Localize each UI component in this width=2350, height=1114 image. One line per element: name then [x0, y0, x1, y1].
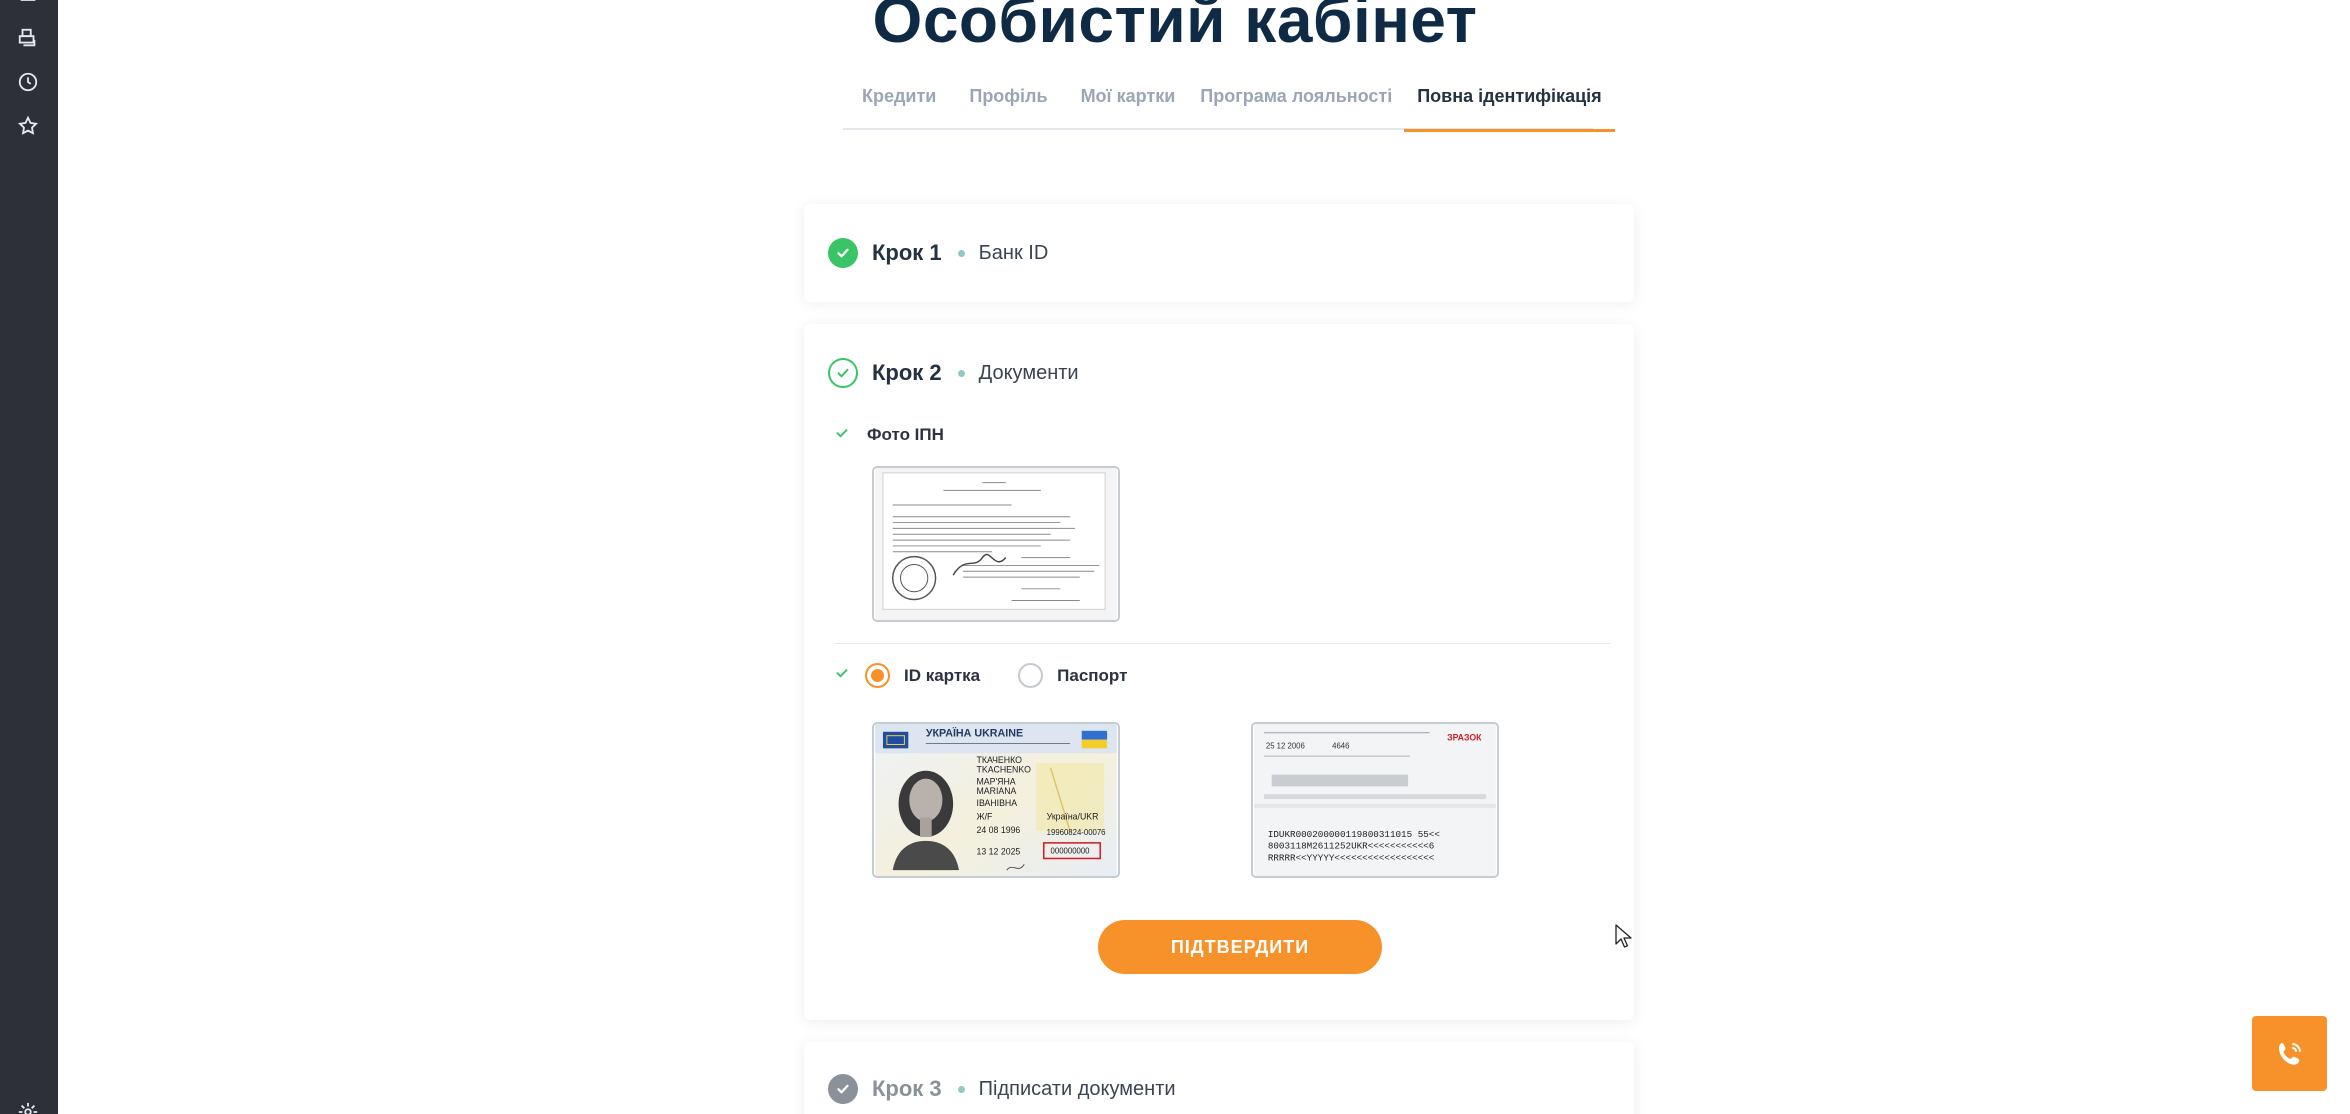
page-title: Особистий кабінет	[872, 0, 1478, 56]
doc-type-row: ID картка Паспорт	[835, 663, 1127, 688]
sample-stamp: ЗРАЗОК	[1447, 733, 1482, 743]
radio-indicator[interactable]	[865, 663, 890, 688]
card-header-text: УКРАЇНА UKRAINE	[926, 727, 1023, 740]
step-label: Підписати документи	[978, 1077, 1176, 1100]
separator-dot	[957, 1085, 965, 1093]
card-record-number: 19960824-00076	[1047, 828, 1106, 837]
card-surname: ТКАЧЕНКО	[977, 755, 1023, 765]
step-3-header: Крок 3 Підписати документи	[828, 1074, 1176, 1104]
step-number: Крок 2	[872, 360, 942, 385]
check-circle-outline-icon	[828, 358, 858, 388]
tab-full-identification[interactable]: Повна ідентифікація	[1404, 78, 1616, 132]
check-icon	[835, 426, 849, 445]
card-expiry: 13 12 2025	[977, 847, 1021, 857]
id-card-front-thumbnail[interactable]: УКРАЇНА UKRAINE ТКАЧЕНКО TKACHENKO МАР'Я…	[872, 722, 1120, 878]
card-issue-date: 25 12 2006	[1266, 741, 1305, 750]
check-circle-icon	[828, 1074, 858, 1104]
card-patronymic: ІВАНІВНА	[977, 798, 1018, 808]
ipn-row: Фото ІПН	[835, 425, 944, 445]
card-birth-date: 24 08 1996	[977, 825, 1021, 835]
mrz-line-3: RRRRR<<YYYYY<<<<<<<<<<<<<<<<<<	[1268, 852, 1435, 863]
phone-call-icon	[2278, 1042, 2301, 1065]
card-document-number: 000000000	[1051, 847, 1091, 856]
tab-loyalty[interactable]: Програма лояльності	[1200, 78, 1392, 130]
id-card-back-thumbnail[interactable]: 25 12 2006 4646 ЗРАЗОК IDUKR000200000119…	[1251, 722, 1499, 878]
step-3-card[interactable]: Крок 3 Підписати документи	[804, 1042, 1634, 1114]
tab-my-cards[interactable]: Мої картки	[1081, 78, 1176, 130]
radio-passport[interactable]: Паспорт	[1018, 663, 1127, 688]
step-number: Крок 3	[872, 1076, 942, 1101]
left-sidebar	[0, 0, 58, 1114]
radio-id-card[interactable]: ID картка	[865, 663, 980, 688]
step-1-card[interactable]: Крок 1 Банк ID	[804, 204, 1634, 302]
card-nationality: Україна/UKR	[1047, 811, 1099, 821]
confirm-button[interactable]: ПІДТВЕРДИТИ	[1098, 920, 1382, 974]
separator-dot	[957, 249, 965, 257]
callback-button[interactable]	[2252, 1016, 2327, 1091]
step-2-card: Крок 2 Документи Фото ІПН ID картка Пасп…	[804, 324, 1634, 1020]
tab-credits[interactable]: Кредити	[862, 78, 936, 130]
radio-label: Паспорт	[1057, 665, 1128, 685]
check-circle-icon	[828, 238, 858, 268]
check-icon	[835, 666, 849, 685]
mrz-line-1: IDUKR000200000119800311015 55<<	[1268, 829, 1441, 840]
account-tabs: Кредити Профіль Мої картки Програма лоял…	[843, 78, 1616, 132]
separator-dot	[957, 369, 965, 377]
card-given-name-latin: MARIANA	[977, 786, 1017, 796]
step-1-header: Крок 1 Банк ID	[828, 238, 1048, 268]
step-2-header: Крок 2 Документи	[828, 358, 1079, 388]
ipn-photo-thumbnail[interactable]	[872, 466, 1120, 622]
card-surname-latin: TKACHENKO	[977, 765, 1032, 775]
star-icon[interactable]	[14, 112, 42, 140]
step-label: Документи	[978, 361, 1079, 384]
ipn-label: Фото ІПН	[867, 425, 944, 444]
mrz-line-2: 8003118M2611252UKR<<<<<<<<<<<6	[1268, 841, 1435, 852]
radio-indicator[interactable]	[1018, 663, 1044, 688]
settings-icon[interactable]	[14, 1098, 42, 1114]
step-label: Банк ID	[978, 241, 1049, 264]
card-given-name: МАР'ЯНА	[977, 776, 1016, 786]
divider	[835, 643, 1610, 644]
tab-profile[interactable]: Профіль	[969, 78, 1047, 130]
history-icon[interactable]	[14, 68, 42, 96]
card-authority: 4646	[1332, 741, 1349, 750]
step-number: Крок 1	[872, 240, 942, 265]
mouse-cursor-icon	[1615, 924, 1632, 948]
card-sex: Ж/F	[977, 811, 993, 821]
radio-label: ID картка	[904, 665, 981, 685]
